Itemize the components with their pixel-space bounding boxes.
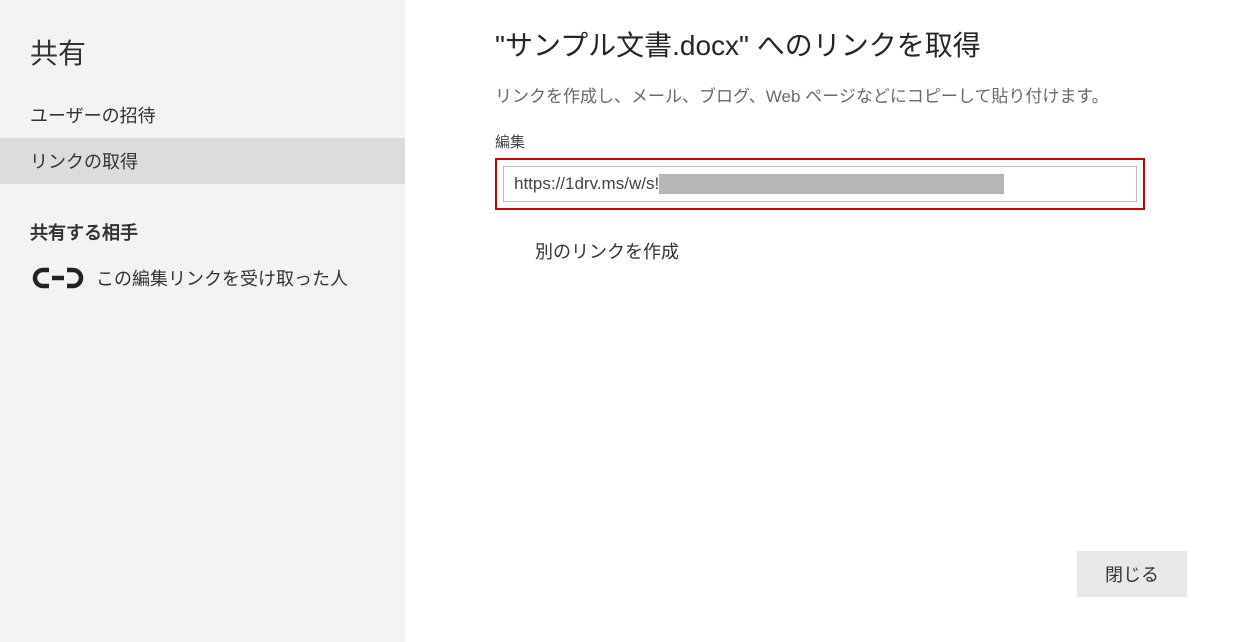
link-field-label: 編集 xyxy=(495,131,1187,152)
sidebar-item-get-link[interactable]: リンクの取得 xyxy=(0,138,405,184)
sidebar-item-label: ユーザーの招待 xyxy=(30,106,156,126)
main-panel: "サンプル文書.docx" へのリンクを取得 リンクを作成し、メール、ブログ、W… xyxy=(405,0,1247,642)
link-icon xyxy=(30,265,86,291)
redacted-link-segment xyxy=(659,174,1004,194)
sidebar-recipient-label: この編集リンクを受け取った人 xyxy=(96,265,348,291)
sidebar-item-invite-users[interactable]: ユーザーの招待 xyxy=(0,92,405,138)
create-another-link[interactable]: 別のリンクを作成 xyxy=(495,238,1187,264)
create-another-label: 別のリンクを作成 xyxy=(535,242,679,262)
page-description: リンクを作成し、メール、ブログ、Web ページなどにコピーして貼り付けます。 xyxy=(495,82,1187,107)
close-button-label: 閉じる xyxy=(1105,565,1159,585)
share-link-value: https://1drv.ms/w/s! xyxy=(514,174,659,194)
share-sidebar: 共有 ユーザーの招待 リンクの取得 共有する相手 この編集リンクを受け取った人 xyxy=(0,0,405,642)
sidebar-title: 共有 xyxy=(0,20,405,92)
close-button[interactable]: 閉じる xyxy=(1077,551,1187,597)
share-link-input[interactable]: https://1drv.ms/w/s! xyxy=(503,166,1137,202)
sidebar-subheader: 共有する相手 xyxy=(0,184,405,257)
page-title: "サンプル文書.docx" へのリンクを取得 xyxy=(495,24,1187,64)
link-highlight-box: https://1drv.ms/w/s! xyxy=(495,158,1145,210)
sidebar-item-label: リンクの取得 xyxy=(30,152,138,172)
sidebar-recipient-edit-link[interactable]: この編集リンクを受け取った人 xyxy=(0,257,405,299)
